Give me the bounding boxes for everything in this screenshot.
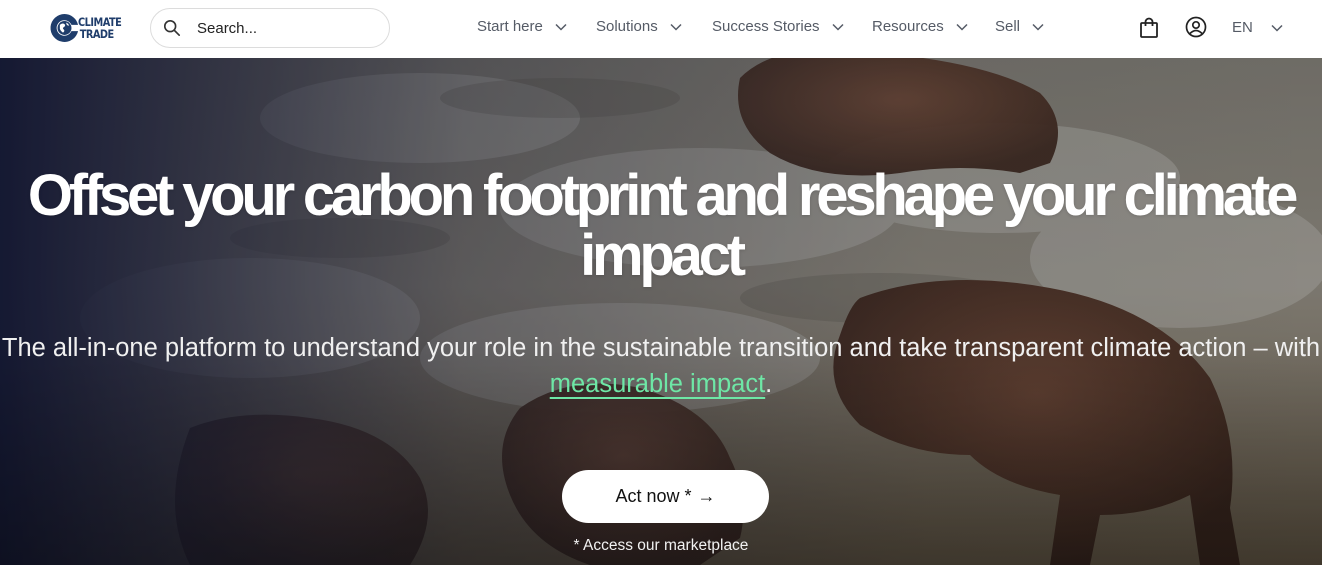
- nav-item-solutions[interactable]: Solutions: [596, 18, 682, 35]
- nav-item-label: Sell: [995, 18, 1021, 35]
- nav-item-success-stories[interactable]: Success Stories: [712, 18, 844, 35]
- nav-item-label: Start here: [477, 18, 543, 35]
- language-label: EN: [1232, 19, 1253, 36]
- cart-icon[interactable]: [1139, 17, 1159, 39]
- hero-section: Offset your carbon footprint and reshape…: [0, 58, 1322, 565]
- nav-item-label: Resources: [872, 18, 944, 35]
- top-nav: CLIMATE TRADE Start here Solutions Succe…: [0, 0, 1322, 58]
- chevron-down-icon: [555, 23, 567, 31]
- nav-item-start-here[interactable]: Start here: [477, 18, 567, 35]
- chevron-down-icon: [832, 23, 844, 31]
- hero-subtitle: The all-in-one platform to understand yo…: [0, 330, 1322, 402]
- search-box[interactable]: [150, 8, 390, 48]
- globe-logo-icon: [50, 14, 79, 42]
- hero-subtitle-text: The all-in-one platform to understand yo…: [1, 334, 1321, 362]
- chevron-down-icon: [670, 23, 682, 31]
- nav-item-sell[interactable]: Sell: [995, 18, 1044, 35]
- act-now-button[interactable]: Act now * →: [562, 470, 769, 523]
- nav-item-label: Solutions: [596, 18, 658, 35]
- chevron-down-icon: [956, 23, 968, 31]
- logo-line-2: TRADE: [79, 27, 115, 41]
- search-input[interactable]: [195, 18, 375, 38]
- climatetrade-logo[interactable]: CLIMATE TRADE: [49, 8, 129, 48]
- search-icon: [163, 19, 181, 37]
- logo-wordmark: CLIMATE TRADE: [78, 16, 122, 41]
- arrow-right-icon: →: [697, 486, 716, 506]
- nav-item-label: Success Stories: [712, 18, 820, 35]
- hero-headline: Offset your carbon footprint and reshape…: [27, 163, 1299, 288]
- nav-item-resources[interactable]: Resources: [872, 18, 968, 35]
- user-icon[interactable]: [1185, 16, 1207, 38]
- measurable-impact-link[interactable]: measurable impact: [550, 370, 765, 398]
- chevron-down-icon: [1032, 23, 1044, 31]
- hero-subtitle-end: .: [765, 370, 773, 398]
- chevron-down-icon: [1271, 24, 1283, 32]
- language-selector[interactable]: EN: [1232, 19, 1283, 36]
- marketplace-note: * Access our marketplace: [573, 537, 749, 554]
- act-now-label: Act now *: [615, 486, 692, 506]
